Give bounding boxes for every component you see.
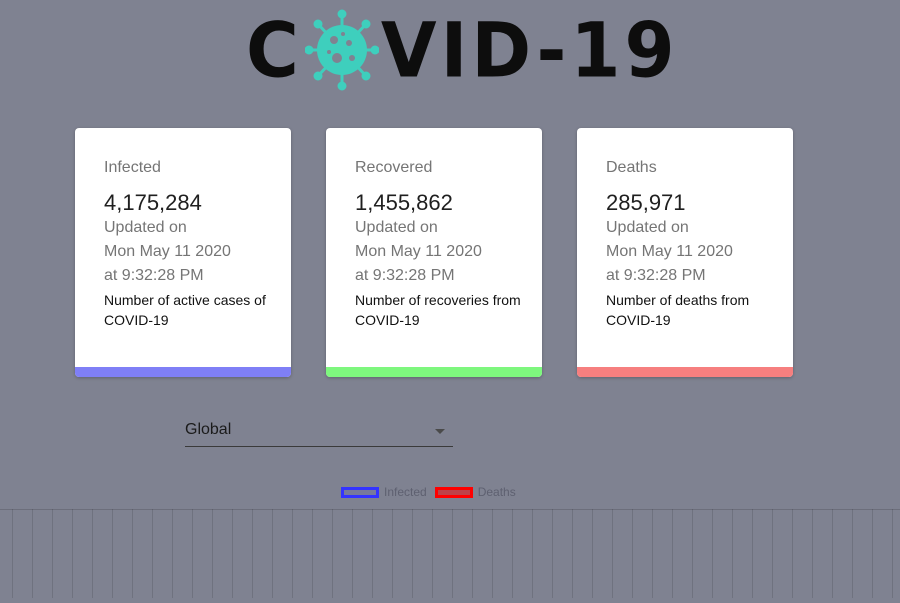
logo-text-right: VID-19 — [380, 5, 679, 95]
card-description: Number of active cases of COVID-19 — [104, 292, 266, 328]
country-select-value: Global — [185, 421, 232, 438]
card-time: at 9:32:28 PM — [104, 267, 204, 284]
legend-item-deaths[interactable]: Deaths — [434, 485, 516, 499]
card-time: at 9:32:28 PM — [606, 267, 706, 284]
card-accent-bar — [75, 367, 291, 377]
card-date: Mon May 11 2020 — [104, 243, 231, 260]
card-title: Infected — [104, 159, 161, 176]
logo-text-left: C — [246, 5, 303, 95]
card-accent-bar — [577, 367, 793, 377]
card-updated-label: Updated on — [104, 219, 187, 236]
legend-item-infected[interactable]: Infected — [341, 485, 427, 499]
card-value: 285,971 — [606, 190, 686, 215]
header: C VID-19 — [0, 0, 900, 100]
chart-grid — [0, 509, 900, 598]
card-updated-label: Updated on — [606, 219, 689, 236]
legend-swatch-infected — [341, 486, 379, 498]
card-date: Mon May 11 2020 — [606, 243, 733, 260]
legend-label-infected: Infected — [384, 485, 427, 499]
card-description: Number of deaths from COVID-19 — [606, 292, 750, 328]
legend-label-deaths: Deaths — [477, 485, 516, 499]
card-accent-bar — [326, 367, 542, 377]
card-date: Mon May 11 2020 — [355, 243, 482, 260]
virus-icon — [304, 8, 380, 92]
deaths-card: Deaths 285,971 Updated on Mon May 11 202… — [577, 128, 793, 377]
infected-card: Infected 4,175,284 Updated on Mon May 11… — [75, 128, 291, 377]
recovered-card: Recovered 1,455,862 Updated on Mon May 1… — [326, 128, 542, 377]
card-value: 1,455,862 — [355, 190, 453, 215]
country-select[interactable]: Global — [185, 416, 453, 447]
legend-swatch-deaths — [434, 486, 473, 498]
chart-area — [0, 509, 900, 598]
card-value: 4,175,284 — [104, 190, 202, 215]
card-time: at 9:32:28 PM — [355, 267, 455, 284]
chart-legend: Infected Deaths — [341, 484, 524, 500]
arrow-drop-down-icon[interactable] — [435, 429, 445, 434]
card-updated-label: Updated on — [355, 219, 438, 236]
card-description: Number of recoveries from COVID-19 — [355, 292, 521, 328]
card-title: Recovered — [355, 159, 433, 176]
covid-logo: C VID-19 — [246, 6, 679, 94]
card-title: Deaths — [606, 159, 657, 176]
